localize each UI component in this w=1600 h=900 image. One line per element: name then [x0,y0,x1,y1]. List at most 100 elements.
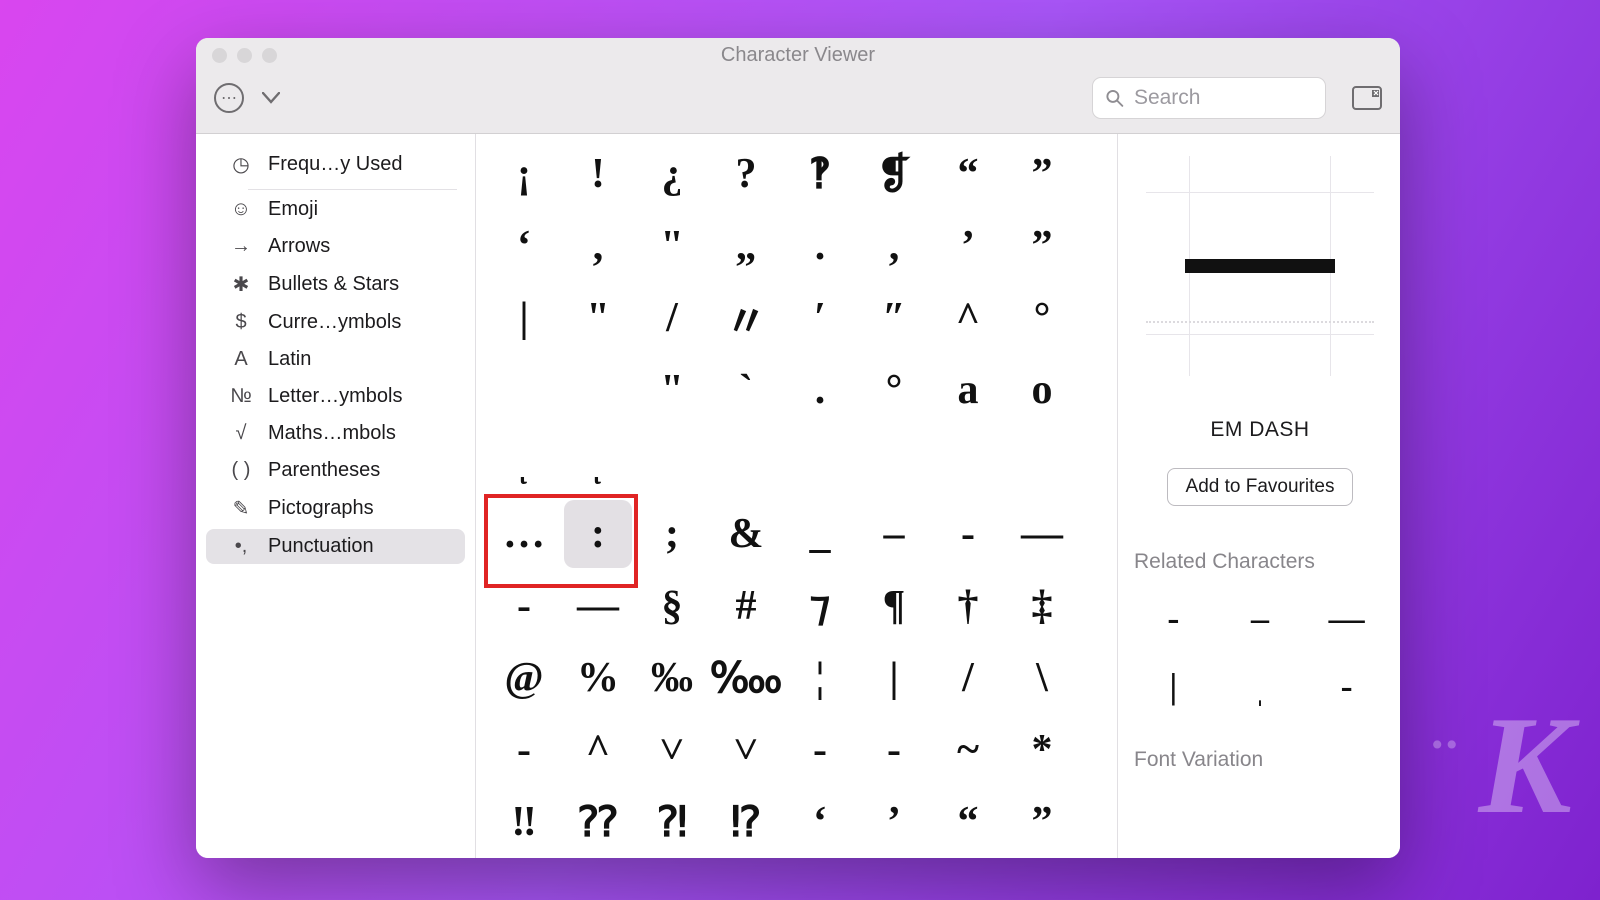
char-cell[interactable]: ¶ [860,572,928,640]
char-cell[interactable]: ¡ [490,140,558,208]
char-cell[interactable]: ⁇ [564,788,632,856]
related-char-cell[interactable]: – [1221,588,1300,648]
char-cell[interactable]: ″ [860,284,928,352]
char-cell[interactable]: ⁈ [638,788,706,856]
sidebar-item-frequ-y-used[interactable]: ◷Frequ…y Used [206,146,465,183]
char-cell[interactable]: * [1008,716,1076,784]
char-cell[interactable]: ° [1008,284,1076,352]
char-cell[interactable]: , [564,212,632,280]
char-cell[interactable]: ‱ [712,644,780,712]
actions-menu-chevron[interactable] [262,92,280,104]
char-cell[interactable]: ‡ [1008,572,1076,640]
char-cell[interactable]: † [934,572,1002,640]
sidebar-item-emoji[interactable]: ☺Emoji [206,192,465,227]
char-cell[interactable]: — [564,572,632,640]
char-cell[interactable]: . [786,356,854,424]
char-cell[interactable]: ^ [564,716,632,784]
close-window-button[interactable] [212,48,227,63]
related-char-cell[interactable]: | [1134,656,1213,716]
char-cell[interactable] [564,356,632,424]
add-to-favourites-button[interactable]: Add to Favourites [1167,468,1354,506]
char-cell[interactable]: ! [564,140,632,208]
char-cell[interactable]: " [638,356,706,424]
search-input[interactable] [1134,86,1313,110]
char-cell[interactable]: “ [934,140,1002,208]
sidebar-item-parentheses[interactable]: ( )Parentheses [206,453,465,488]
char-cell[interactable]: \ [1008,644,1076,712]
char-cell[interactable]: - [786,716,854,784]
char-cell[interactable] [786,428,854,496]
char-cell[interactable]: ¦ [786,644,854,712]
char-cell[interactable]: ~ [934,716,1002,784]
char-cell[interactable]: ‽ [786,140,854,208]
related-char-cell[interactable]: ˌ [1221,656,1300,716]
sidebar-item-maths-mbols[interactable]: √Maths…mbols [206,416,465,451]
char-cell[interactable]: ¿ [638,140,706,208]
char-cell[interactable]: … [490,500,558,568]
char-cell[interactable]: ′ [786,284,854,352]
char-cell[interactable] [638,428,706,496]
sidebar-item-latin[interactable]: ALatin [206,342,465,377]
char-cell[interactable]: - [490,572,558,640]
actions-menu-button[interactable]: ⋯ [214,83,244,113]
sidebar-item-curre-ymbols[interactable]: $Curre…ymbols [206,305,465,340]
char-cell[interactable]: - [490,716,558,784]
char-cell[interactable]: - [934,500,1002,568]
char-cell[interactable]: – [860,500,928,568]
char-cell[interactable]: ‚ [860,212,928,280]
char-cell[interactable]: „ [712,212,780,280]
char-cell[interactable]: " [638,212,706,280]
char-cell[interactable]: ” [1008,140,1076,208]
char-cell[interactable]: ˅ [712,716,780,784]
related-char-cell[interactable]: - [1307,656,1386,716]
char-cell[interactable]: ‼ [490,788,558,856]
char-cell[interactable]: a [934,356,1002,424]
char-cell[interactable]: # [712,572,780,640]
char-cell[interactable]: / [934,644,1002,712]
char-cell[interactable]: ⁊ [786,572,854,640]
char-cell[interactable]: § [638,572,706,640]
char-cell[interactable]: ^ [934,284,1002,352]
sidebar-item-pictographs[interactable]: ✎Pictographs [206,490,465,527]
char-cell[interactable]: _ [786,500,854,568]
char-cell[interactable]: o [1008,356,1076,424]
char-cell[interactable]: — [1008,500,1076,568]
collapse-panel-button[interactable] [1352,86,1382,110]
char-cell[interactable]: : [564,500,632,568]
char-cell[interactable]: / [638,284,706,352]
char-cell[interactable]: ; [638,500,706,568]
char-cell[interactable]: | [860,644,928,712]
char-cell[interactable] [934,428,1002,496]
minimize-window-button[interactable] [237,48,252,63]
char-cell[interactable] [1008,428,1076,496]
char-cell[interactable]: ❡ [860,140,928,208]
char-cell[interactable]: ’ [934,212,1002,280]
char-cell[interactable]: % [564,644,632,712]
char-cell[interactable]: ” [1008,788,1076,856]
char-cell[interactable]: ͺ [490,428,558,496]
sidebar-item-arrows[interactable]: →Arrows [206,229,465,264]
char-cell[interactable]: 〃 [712,284,780,352]
char-cell[interactable]: ” [1008,212,1076,280]
char-cell[interactable]: - [860,716,928,784]
char-cell[interactable]: @ [490,644,558,712]
char-cell[interactable]: . [786,212,854,280]
zoom-window-button[interactable] [262,48,277,63]
char-cell[interactable]: | [490,284,558,352]
char-cell[interactable]: ˅ [638,716,706,784]
char-cell[interactable]: & [712,500,780,568]
sidebar-item-punctuation[interactable]: •,Punctuation [206,529,465,564]
char-cell[interactable]: ‰ [638,644,706,712]
char-cell[interactable] [860,428,928,496]
related-char-cell[interactable]: — [1307,588,1386,648]
char-cell[interactable]: “ [934,788,1002,856]
char-cell[interactable]: ⁉ [712,788,780,856]
char-cell[interactable]: ‘ [490,212,558,280]
char-cell[interactable]: ? [712,140,780,208]
char-cell[interactable]: ‘ [786,788,854,856]
char-cell[interactable] [490,356,558,424]
search-field[interactable] [1092,77,1326,119]
sidebar-item-letter-ymbols[interactable]: №Letter…ymbols [206,379,465,414]
char-cell[interactable]: ’ [860,788,928,856]
char-cell[interactable]: " [564,284,632,352]
